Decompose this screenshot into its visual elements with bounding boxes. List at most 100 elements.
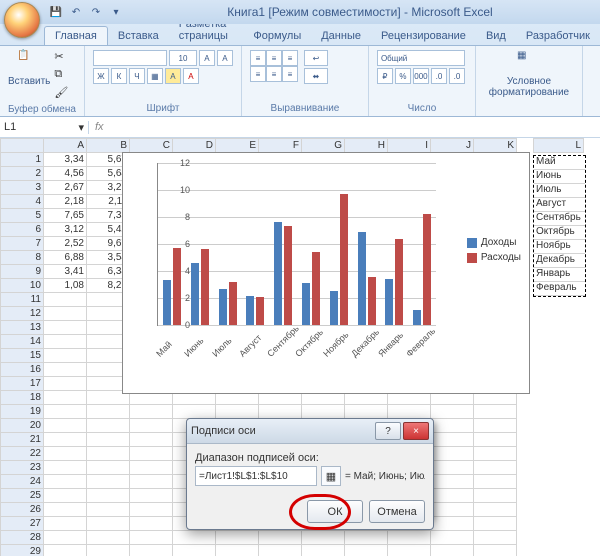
col-header-L[interactable]: L [534, 139, 584, 153]
cell[interactable] [87, 461, 130, 475]
row-header[interactable]: 23 [1, 461, 44, 475]
bold-button[interactable]: Ж [93, 68, 109, 84]
range-picker-icon[interactable]: ▦ [321, 466, 341, 486]
cell[interactable] [259, 531, 302, 545]
row-header[interactable]: 9 [1, 265, 44, 279]
cell[interactable] [474, 489, 517, 503]
conditional-formatting-button[interactable]: ▦ Условное форматирование [484, 50, 574, 98]
cell[interactable] [44, 531, 87, 545]
cell[interactable] [474, 419, 517, 433]
cell[interactable]: 3,12 [44, 223, 87, 237]
row-header[interactable]: 12 [1, 307, 44, 321]
row-header[interactable]: 16 [1, 363, 44, 377]
row-header[interactable]: 27 [1, 517, 44, 531]
paste-button[interactable]: 📋 Вставить [8, 50, 50, 87]
row-header[interactable]: 22 [1, 447, 44, 461]
cell[interactable] [44, 307, 87, 321]
cell[interactable] [173, 405, 216, 419]
cell[interactable] [388, 531, 431, 545]
dialog-close-button[interactable]: × [403, 422, 429, 440]
cancel-button[interactable]: Отмена [369, 500, 425, 523]
cell[interactable]: 7,65 [44, 209, 87, 223]
grow-font-icon[interactable]: A [199, 50, 215, 66]
cell[interactable] [474, 531, 517, 545]
row-header[interactable]: 10 [1, 279, 44, 293]
col-header[interactable]: G [302, 139, 345, 153]
cell[interactable] [44, 405, 87, 419]
merge-cells-icon[interactable]: ⬌ [304, 68, 328, 84]
cell[interactable] [44, 545, 87, 556]
percent-icon[interactable]: % [395, 68, 411, 84]
row-header[interactable]: 28 [1, 531, 44, 545]
row-header[interactable]: 29 [1, 545, 44, 556]
cell[interactable] [474, 475, 517, 489]
cell[interactable] [431, 517, 474, 531]
row-header[interactable]: 2 [1, 167, 44, 181]
cell[interactable] [431, 531, 474, 545]
row-header[interactable]: 7 [1, 237, 44, 251]
font-size-select[interactable]: 10 [169, 50, 197, 66]
row-header[interactable]: 25 [1, 489, 44, 503]
cell[interactable] [345, 531, 388, 545]
cell[interactable] [130, 447, 173, 461]
name-box[interactable]: L1 ▾ [0, 121, 89, 134]
row-header[interactable]: 6 [1, 223, 44, 237]
cell[interactable] [474, 503, 517, 517]
align-bottom-icon[interactable]: ≡ [282, 50, 298, 66]
cell[interactable] [87, 447, 130, 461]
cell[interactable] [87, 433, 130, 447]
chevron-down-icon[interactable]: ▾ [78, 121, 84, 134]
align-top-icon[interactable]: ≡ [250, 50, 266, 66]
col-header[interactable]: D [173, 139, 216, 153]
cell[interactable]: 2,18 [44, 195, 87, 209]
cell[interactable] [130, 405, 173, 419]
cell[interactable] [431, 545, 474, 556]
row-header[interactable]: 1 [1, 153, 44, 167]
row-header[interactable]: 5 [1, 209, 44, 223]
worksheet-area[interactable]: ABCDEFGHIJK13,345,6724,565,6432,673,2142… [0, 138, 600, 556]
cell[interactable] [474, 461, 517, 475]
row-header[interactable]: 14 [1, 335, 44, 349]
qat-dropdown-icon[interactable]: ▾ [108, 4, 124, 20]
format-painter-icon[interactable]: 🖌 [54, 86, 70, 102]
row-header[interactable]: 24 [1, 475, 44, 489]
cell[interactable] [474, 517, 517, 531]
cell[interactable] [431, 433, 474, 447]
cell[interactable] [44, 293, 87, 307]
cell[interactable] [431, 503, 474, 517]
cell[interactable] [44, 517, 87, 531]
cell[interactable] [474, 447, 517, 461]
align-middle-icon[interactable]: ≡ [266, 50, 282, 66]
cell[interactable] [431, 419, 474, 433]
shrink-font-icon[interactable]: A [217, 50, 233, 66]
row-header[interactable]: 11 [1, 293, 44, 307]
font-color-icon[interactable]: A [183, 68, 199, 84]
cell[interactable] [44, 475, 87, 489]
cell[interactable] [87, 517, 130, 531]
col-header[interactable]: K [474, 139, 517, 153]
row-header[interactable]: 8 [1, 251, 44, 265]
row-header[interactable]: 17 [1, 377, 44, 391]
cell[interactable] [87, 405, 130, 419]
cell[interactable] [216, 405, 259, 419]
tab-5[interactable]: Рецензирование [371, 27, 476, 45]
cell[interactable] [302, 405, 345, 419]
cell[interactable] [474, 405, 517, 419]
cell[interactable] [87, 545, 130, 556]
cut-icon[interactable]: ✂ [54, 50, 70, 66]
col-header[interactable]: B [87, 139, 130, 153]
row-header[interactable]: 18 [1, 391, 44, 405]
cell[interactable] [130, 489, 173, 503]
cell[interactable] [44, 503, 87, 517]
embedded-chart[interactable]: 024681012МайИюньИюльАвгустСентябрьОктябр… [122, 152, 530, 394]
wrap-text-icon[interactable]: ↩ [304, 50, 328, 66]
cell[interactable] [44, 321, 87, 335]
row-header[interactable]: 4 [1, 195, 44, 209]
row-header[interactable]: 26 [1, 503, 44, 517]
office-button[interactable] [4, 2, 40, 38]
cell[interactable] [216, 531, 259, 545]
col-header[interactable]: J [431, 139, 474, 153]
cell[interactable] [302, 531, 345, 545]
cell[interactable] [44, 335, 87, 349]
cell[interactable] [431, 489, 474, 503]
